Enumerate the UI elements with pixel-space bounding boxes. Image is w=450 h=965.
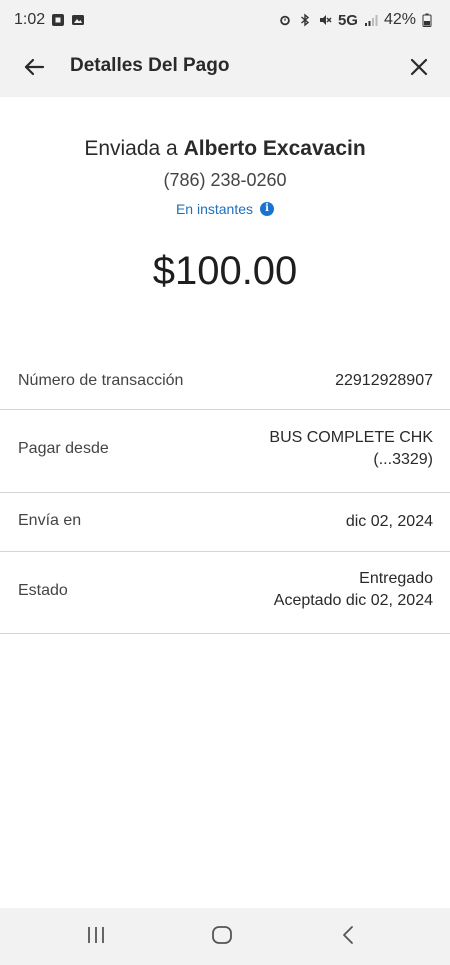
arrow-left-icon xyxy=(23,56,45,83)
info-icon[interactable]: i xyxy=(260,202,275,216)
chevron-left-icon xyxy=(340,924,356,951)
transaction-number: 22912928907 xyxy=(335,372,433,389)
account-suffix: (...3329) xyxy=(373,451,433,468)
recent-apps-button[interactable] xyxy=(76,922,116,952)
status-left: 1:02 xyxy=(14,11,85,29)
recipient-name: Alberto Excavacin xyxy=(183,137,366,160)
bluetooth-icon xyxy=(298,13,312,27)
payment-amount: $100.00 xyxy=(152,249,298,293)
detail-label: Pagar desde xyxy=(18,440,109,457)
recipient-phone: (786) 238-0260 xyxy=(163,170,287,190)
detail-row-status: Estado Entregado Aceptado dic 02, 2024 xyxy=(0,552,450,634)
signal-icon xyxy=(364,13,378,27)
detail-value: Entregado Aceptado dic 02, 2024 xyxy=(274,568,433,612)
home-icon xyxy=(211,924,233,951)
back-button[interactable] xyxy=(18,53,50,85)
status-time: 1:02 xyxy=(14,11,46,28)
detail-row-transaction-number: Número de transacción 22912928907 xyxy=(0,353,450,410)
detail-row-pay-from: Pagar desde BUS COMPLETE CHK (...3329) xyxy=(0,410,450,493)
close-button[interactable] xyxy=(402,52,436,86)
page-title: Detalles Del Pago xyxy=(70,55,230,76)
app-header: Detalles Del Pago xyxy=(0,40,450,97)
system-back-button[interactable] xyxy=(328,922,368,952)
delivery-speed: En instantes i xyxy=(0,201,450,217)
recipient-line: Enviada a Alberto Excavacin xyxy=(0,137,450,161)
network-type: 5G xyxy=(337,11,358,29)
delivery-speed-label: En instantes xyxy=(175,201,254,217)
payment-details: Número de transacción 22912928907 Pagar … xyxy=(0,353,450,634)
chase-app-icon xyxy=(51,13,65,27)
sent-to-label: Enviada a xyxy=(84,137,178,160)
alarm-icon xyxy=(278,13,292,27)
status-bar: 1:02 5G 42% xyxy=(0,0,450,40)
mute-icon xyxy=(318,13,332,27)
status-right: 5G 42% xyxy=(278,11,436,29)
detail-label: Número de transacción xyxy=(18,372,184,389)
gallery-icon xyxy=(71,13,85,27)
home-button[interactable] xyxy=(202,922,242,952)
recents-icon xyxy=(85,925,107,950)
send-date: dic 02, 2024 xyxy=(345,513,433,530)
battery-icon xyxy=(422,13,436,27)
detail-value: BUS COMPLETE CHK (...3329) xyxy=(269,427,433,471)
detail-value: dic 02, 2024 xyxy=(346,511,433,533)
battery-percent: 42% xyxy=(383,11,416,28)
detail-value: 22912928907 xyxy=(335,370,433,392)
detail-label: Estado xyxy=(18,582,68,599)
account-name: BUS COMPLETE CHK xyxy=(269,429,433,446)
status-value: Entregado xyxy=(359,570,433,587)
close-icon xyxy=(409,57,429,82)
system-nav-bar xyxy=(0,908,450,965)
detail-label: Envía en xyxy=(18,512,82,529)
status-accepted-date: Aceptado dic 02, 2024 xyxy=(273,592,433,609)
detail-row-send-date: Envía en dic 02, 2024 xyxy=(0,493,450,552)
